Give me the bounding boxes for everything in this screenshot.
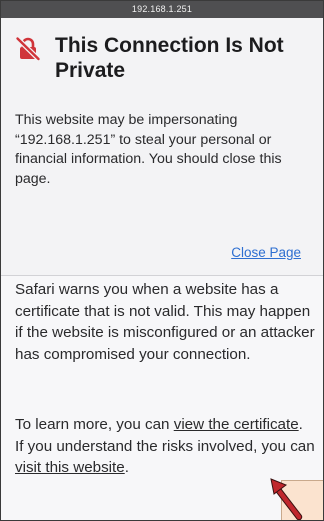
view-certificate-link[interactable]: view the certificate — [174, 416, 299, 433]
no-lock-icon — [15, 36, 41, 61]
address-bar[interactable]: 192.168.1.251 — [1, 1, 323, 18]
details-text: Safari warns you when a website has a ce… — [15, 281, 315, 363]
annotation-arrow-icon — [270, 478, 303, 520]
screenshot-frame: 192.168.1.251 This Connection Is Not Pri… — [0, 0, 324, 521]
learn-more-prefix: To learn more, you can — [15, 416, 174, 433]
page-title: This Connection Is Not Private — [55, 34, 284, 82]
learn-more-suffix: . — [124, 459, 129, 476]
warning-intro-text: This website may be impersonating “192.1… — [15, 112, 282, 187]
visit-website-link[interactable]: visit this website — [15, 459, 125, 476]
learn-more-paragraph: To learn more, you can view the certific… — [15, 414, 315, 479]
close-page-link[interactable]: Close Page — [231, 245, 301, 260]
